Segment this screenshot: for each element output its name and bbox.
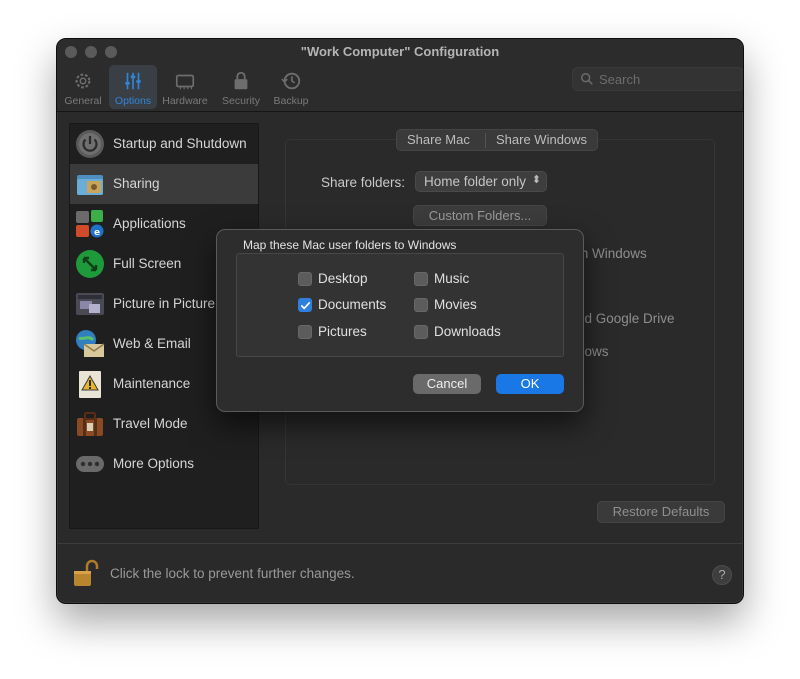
- applications-icon: e: [76, 210, 104, 238]
- sidebar-item-label: More Options: [113, 456, 195, 471]
- dialog-title: Map these Mac user folders to Windows: [243, 238, 457, 252]
- tab-backup[interactable]: Backup: [267, 65, 315, 109]
- sidebar-item-label: Web & Email: [113, 336, 191, 351]
- full-screen-icon: [76, 250, 104, 278]
- ok-button[interactable]: OK: [496, 374, 564, 394]
- search-placeholder: Search: [599, 72, 641, 87]
- checkbox-label: Music: [434, 271, 470, 286]
- more-options-icon: [76, 456, 104, 472]
- help-button[interactable]: ?: [712, 565, 732, 585]
- obscured-text: nd Google Drive: [577, 311, 675, 326]
- segment-share-mac[interactable]: Share Mac: [407, 132, 470, 147]
- chevron-updown-icon: ⬍: [531, 174, 541, 186]
- tab-label: Security: [222, 95, 260, 107]
- chip-icon: [161, 67, 209, 95]
- checkbox-label: Desktop: [318, 271, 368, 286]
- tab-general[interactable]: General: [59, 65, 107, 109]
- checkbox-box[interactable]: [414, 272, 428, 286]
- share-folders-label: Share folders:: [321, 175, 406, 190]
- svg-text:e: e: [94, 228, 100, 238]
- clock-icon: [267, 67, 315, 95]
- tab-label: General: [64, 95, 102, 107]
- tab-options[interactable]: Options: [109, 65, 157, 109]
- tab-hardware[interactable]: Hardware: [161, 65, 209, 109]
- checkbox-box[interactable]: [298, 272, 312, 286]
- tab-label: Options: [114, 95, 152, 107]
- sidebar-item-label: Startup and Shutdown: [113, 136, 247, 151]
- checkbox-label: Pictures: [318, 324, 367, 339]
- power-icon: [76, 130, 104, 158]
- map-folders-dialog: Map these Mac user folders to Windows De…: [216, 229, 584, 412]
- search-icon: [581, 73, 593, 85]
- share-folders-popup[interactable]: Home folder only ⬍: [415, 171, 547, 192]
- share-segmented-control: Share Mac Share Windows: [396, 129, 598, 151]
- segment-share-windows[interactable]: Share Windows: [496, 132, 587, 147]
- checkbox-label: Documents: [318, 297, 387, 312]
- checkbox-box[interactable]: [414, 325, 428, 339]
- checkbox-label: Movies: [434, 297, 477, 312]
- sidebar-item-more-options[interactable]: More Options: [70, 444, 258, 484]
- maintenance-icon: [79, 371, 101, 398]
- restore-defaults-button[interactable]: Restore Defaults: [597, 501, 725, 523]
- tab-label: Backup: [273, 95, 309, 107]
- sidebar-item-label: Maintenance: [113, 376, 191, 391]
- web-email-icon: [76, 330, 105, 357]
- share-folders-value: Home folder only: [424, 174, 527, 189]
- tab-label: Hardware: [162, 95, 208, 107]
- sidebar-item-label: Full Screen: [113, 256, 182, 271]
- folder-options-box: Desktop Documents Pictures Music Movies …: [236, 253, 564, 357]
- footer-divider: [57, 543, 743, 544]
- checkbox-label: Downloads: [434, 324, 501, 339]
- search-input[interactable]: Search: [572, 67, 743, 91]
- sidebar-item-startup-and-shutdown[interactable]: Startup and Shutdown: [70, 124, 258, 164]
- shared-folder-icon: [77, 175, 103, 195]
- obscured-text: th Windows: [577, 246, 647, 261]
- cancel-button[interactable]: Cancel: [413, 374, 481, 394]
- custom-folders-button[interactable]: Custom Folders...: [413, 205, 547, 226]
- checkmark-icon: [300, 302, 311, 310]
- suitcase-icon: [77, 412, 103, 436]
- segment-divider: [485, 133, 486, 148]
- gear-icon: [59, 67, 107, 95]
- checkbox-box[interactable]: [414, 298, 428, 312]
- window-title: "Work Computer" Configuration: [300, 44, 500, 59]
- unlocked-lock-icon[interactable]: [73, 559, 99, 587]
- sidebar-item-label: Applications: [113, 216, 186, 231]
- sidebar-item-label: Travel Mode: [113, 416, 188, 431]
- picture-in-picture-icon: [76, 293, 104, 315]
- toolbar: "Work Computer" Configuration General Op…: [57, 39, 743, 112]
- sidebar-item-label: Picture in Picture: [113, 296, 216, 311]
- lock-icon: [217, 67, 265, 95]
- tab-security[interactable]: Security: [217, 65, 265, 109]
- sidebar-item-sharing[interactable]: Sharing: [70, 164, 258, 204]
- checkbox-box[interactable]: [298, 298, 312, 312]
- checkbox-box[interactable]: [298, 325, 312, 339]
- lock-message: Click the lock to prevent further change…: [110, 566, 355, 581]
- sliders-icon: [109, 67, 157, 95]
- sidebar-item-label: Sharing: [113, 176, 160, 191]
